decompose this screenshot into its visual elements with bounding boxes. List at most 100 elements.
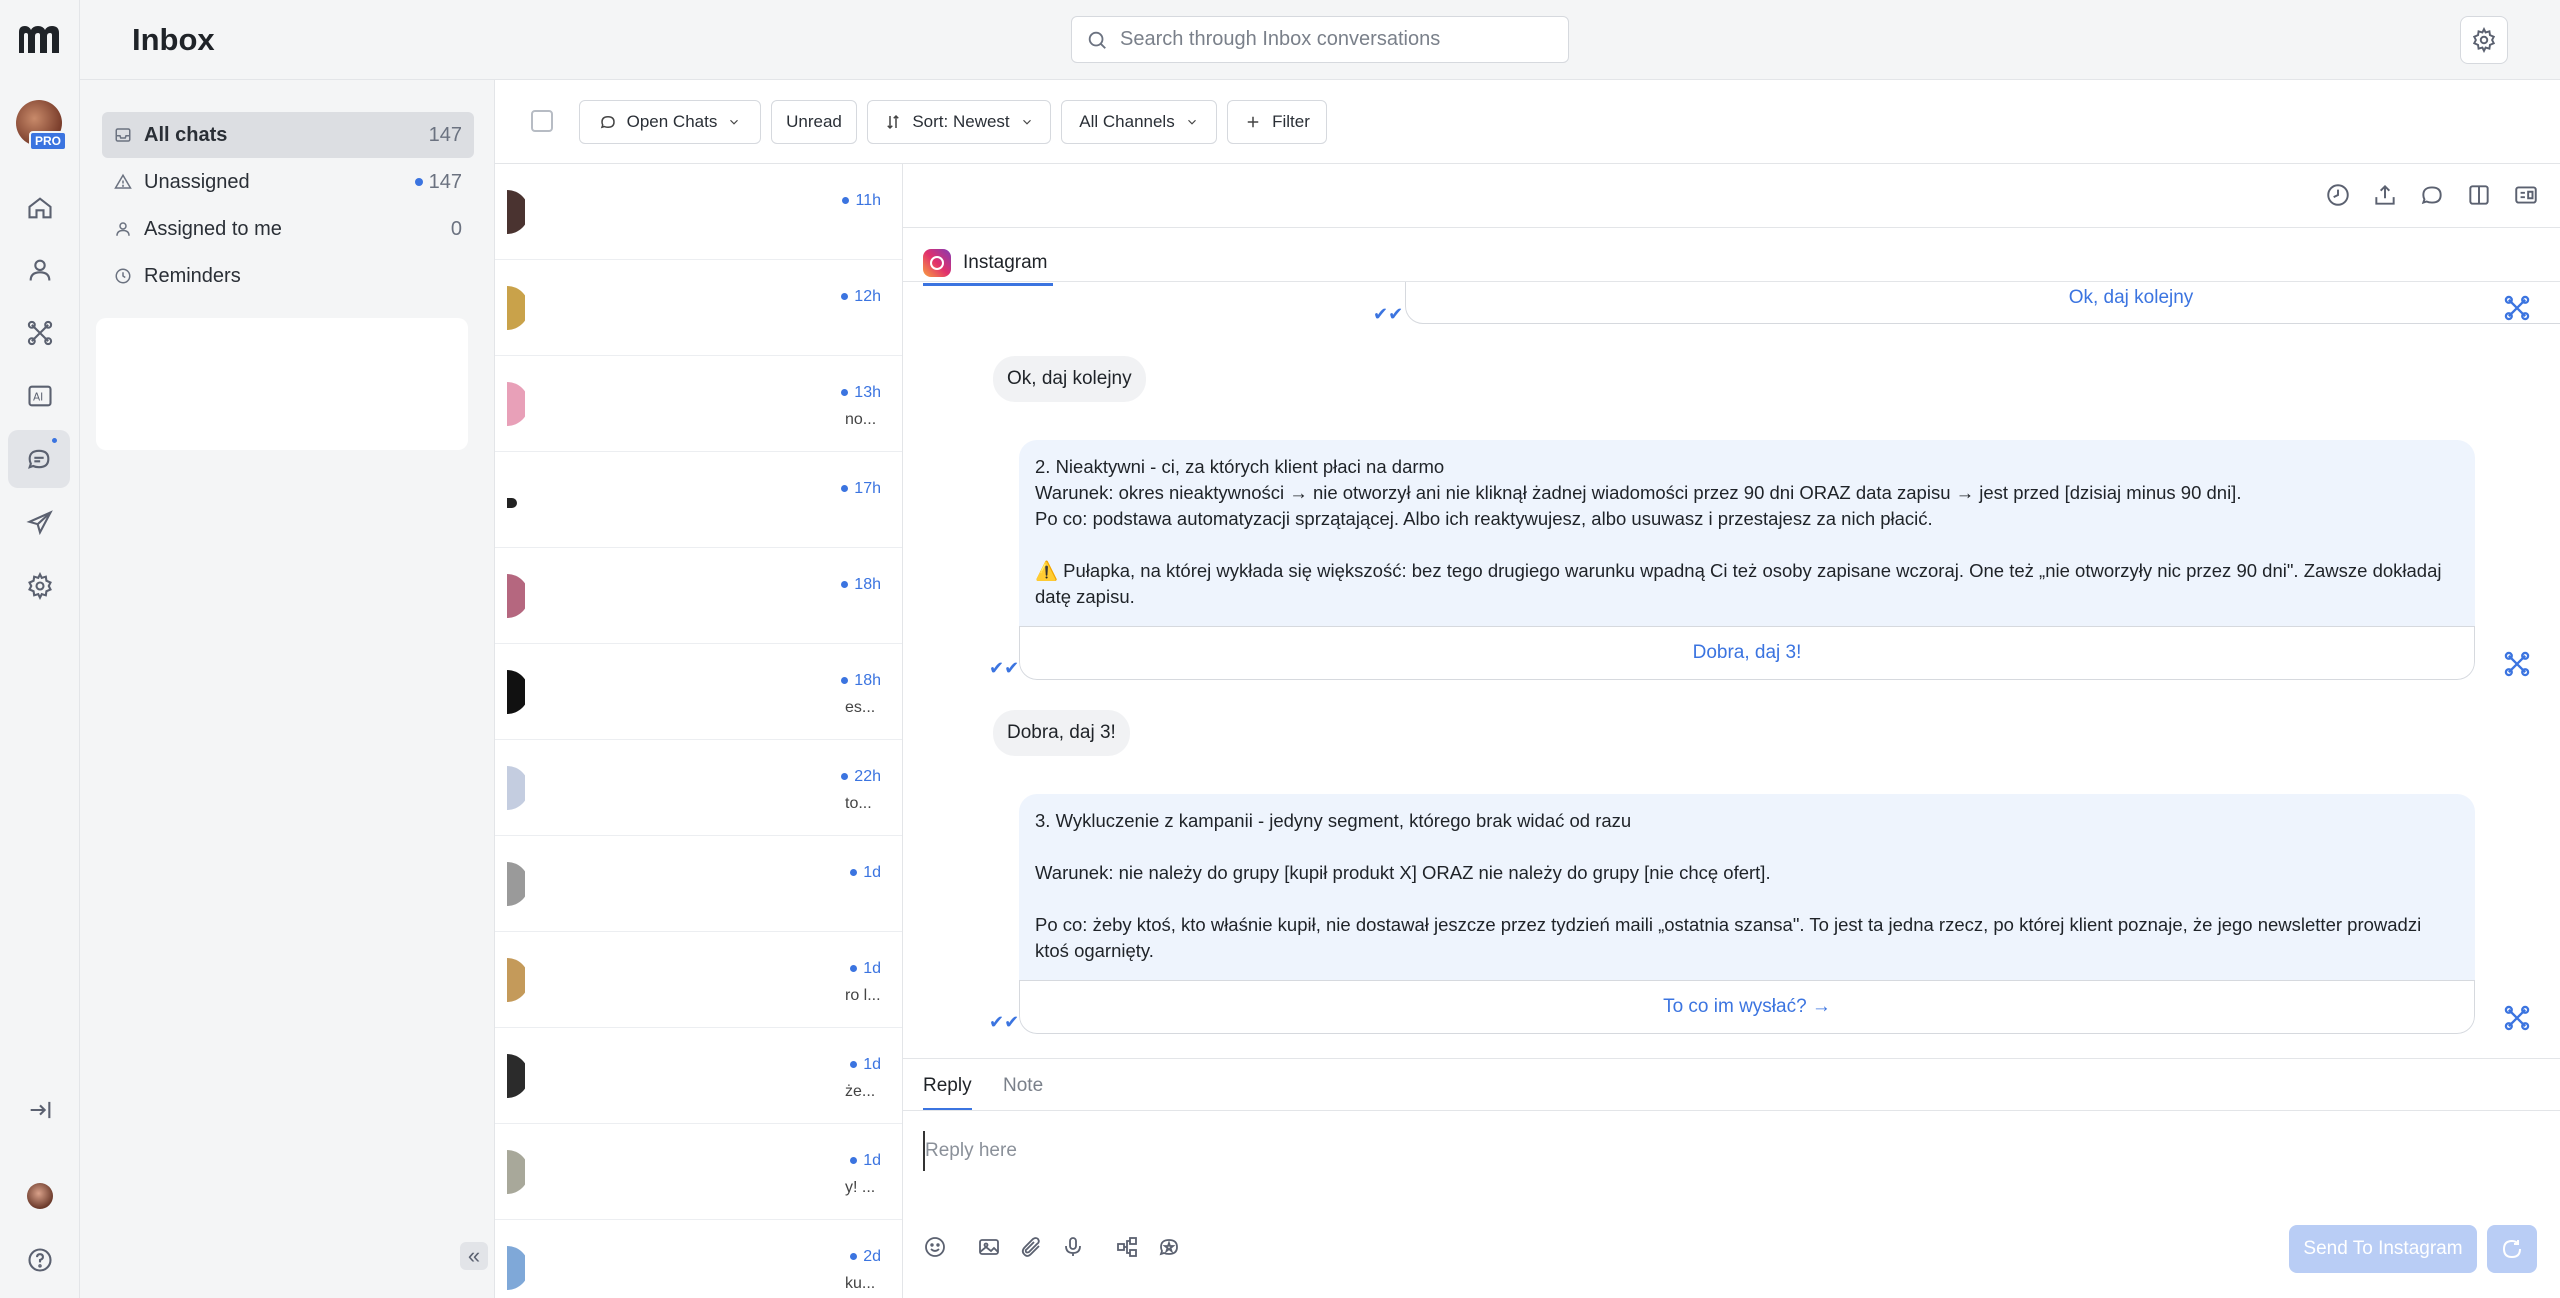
list-item[interactable]: 18h es...	[495, 644, 902, 740]
unread-dot	[414, 178, 423, 187]
list-item[interactable]: 2d ku...	[495, 1220, 902, 1298]
automation-bot-icon[interactable]	[2503, 294, 2531, 322]
gear-icon	[2472, 27, 2496, 53]
quick-reply-button[interactable]: To co im wysłać? →	[1019, 980, 2475, 1034]
automation-icon[interactable]	[20, 313, 60, 353]
chat-bubble-icon	[600, 115, 615, 129]
list-item[interactable]: 18h	[495, 548, 902, 644]
notification-dot	[50, 436, 59, 445]
list-item[interactable]: 12h	[495, 260, 902, 356]
list-item[interactable]: 1d ro l...	[495, 932, 902, 1028]
split-view-icon[interactable]	[2466, 182, 2494, 210]
conversation-time: 22h	[841, 768, 881, 786]
ai-icon[interactable]: AI	[20, 376, 60, 416]
bot-message-text: 3. Wykluczenie z kampanii - jedyny segme…	[1035, 810, 2422, 961]
settings-icon[interactable]	[20, 566, 60, 606]
folder-all-chats[interactable]: All chats 147	[102, 112, 474, 158]
emoji-icon[interactable]	[923, 1235, 951, 1263]
conversation-list: 11h 12h 13h no... 17h 18h 18h es... 22h to.…	[495, 164, 903, 1298]
list-item[interactable]: 22h to...	[495, 740, 902, 836]
inbox-chat-icon[interactable]	[8, 430, 70, 488]
conversation-snippet: ku...	[845, 1275, 876, 1292]
list-item[interactable]: 1d że...	[495, 1028, 902, 1124]
conversation-time: 12h	[841, 288, 881, 306]
top-bar: Inbox	[80, 0, 2560, 80]
conversation-snippet: ro l...	[845, 987, 881, 1004]
list-item[interactable]: 17h	[495, 452, 902, 548]
conversation-preview	[525, 1124, 843, 1219]
quick-reply-button[interactable]: Dobra, daj 3!	[1019, 626, 2475, 680]
flow-icon[interactable]	[1115, 1235, 1143, 1263]
incoming-message: Dobra, daj 3!	[993, 710, 1130, 756]
list-item[interactable]: 1d	[495, 836, 902, 932]
microphone-icon[interactable]	[1061, 1235, 1089, 1263]
svg-text:AI: AI	[33, 392, 43, 404]
image-icon[interactable]	[977, 1235, 1005, 1263]
regenerate-button[interactable]	[2487, 1225, 2537, 1273]
folders-panel: All chats 147 Unassigned 147 Assigned to…	[80, 80, 495, 1298]
expand-sidebar-icon[interactable]	[20, 1090, 60, 1130]
conversation-snippet: że...	[845, 1083, 876, 1100]
conversation-preview	[525, 356, 843, 451]
saved-reply-icon[interactable]	[1157, 1235, 1185, 1263]
folder-label: Reminders	[144, 264, 241, 287]
tab-note[interactable]: Note	[1003, 1075, 1043, 1111]
conversation-time: 1d	[850, 864, 881, 882]
conversation-preview	[525, 932, 843, 1027]
broadcast-send-icon[interactable]	[20, 503, 60, 543]
sort-dropdown[interactable]: Sort: Newest	[867, 100, 1051, 144]
channels-dropdown[interactable]: All Channels	[1061, 100, 1217, 144]
search-icon	[1088, 31, 1106, 49]
unread-label: Unread	[786, 112, 842, 131]
quick-reply-button[interactable]: Ok, daj kolejny	[1405, 282, 2560, 324]
conversation-preview	[525, 644, 843, 739]
list-item[interactable]: 13h no...	[495, 356, 902, 452]
folder-assigned-to-me[interactable]: Assigned to me 0	[102, 206, 474, 252]
contact-avatar	[507, 498, 517, 508]
quick-reply-label: Ok, daj kolejny	[2068, 287, 2194, 308]
search-input[interactable]	[1120, 28, 1550, 51]
list-item[interactable]: 11h	[495, 164, 902, 260]
folder-unassigned[interactable]: Unassigned 147	[102, 159, 474, 205]
bot-message-card: 3. Wykluczenie z kampanii - jedyny segme…	[1019, 794, 2475, 1034]
pro-badge: PRO	[29, 131, 68, 151]
attachment-icon[interactable]	[1019, 1235, 1047, 1263]
user-avatar[interactable]	[27, 1183, 53, 1209]
list-item[interactable]: 1d y! ...	[495, 1124, 902, 1220]
conversation-time: 18h	[841, 576, 881, 594]
collapse-panel-button[interactable]: «	[460, 1242, 488, 1270]
folder-reminders[interactable]: Reminders	[102, 253, 474, 299]
sort-icon	[887, 114, 900, 130]
contact-card-icon[interactable]	[2513, 182, 2541, 210]
incoming-message: Ok, daj kolejny	[993, 356, 1146, 402]
chevron-down-icon	[1187, 119, 1196, 125]
open-chats-dropdown[interactable]: Open Chats	[579, 100, 761, 144]
send-button[interactable]: Send To Instagram	[2289, 1225, 2477, 1273]
automation-bot-icon[interactable]	[2503, 1004, 2531, 1032]
select-all-checkbox[interactable]	[531, 110, 553, 132]
conversation-time: 2d	[850, 1248, 881, 1266]
search-box[interactable]	[1071, 16, 1569, 63]
tab-reply[interactable]: Reply	[923, 1075, 972, 1111]
home-icon[interactable]	[20, 188, 60, 228]
reply-composer: Reply Note Send To Instagram	[903, 1058, 2560, 1298]
quick-reply-label: To co im wysłać? →	[1663, 996, 1831, 1017]
warning-icon	[114, 173, 132, 189]
automation-bot-icon[interactable]	[2503, 650, 2531, 678]
conversation-preview	[525, 1028, 843, 1123]
tab-instagram[interactable]: Instagram	[923, 242, 1054, 286]
conversation-snippet: y! ...	[845, 1179, 876, 1196]
comment-icon[interactable]	[2419, 182, 2447, 210]
brand-logo-icon[interactable]	[16, 22, 62, 56]
unread-filter-button[interactable]: Unread	[771, 100, 857, 144]
reply-input[interactable]	[923, 1131, 2523, 1171]
export-icon[interactable]	[2372, 182, 2400, 210]
inbox-settings-button[interactable]	[2460, 16, 2508, 64]
help-icon[interactable]	[20, 1240, 60, 1280]
contacts-icon[interactable]	[20, 250, 60, 290]
snooze-icon[interactable]	[2325, 182, 2353, 210]
filter-label: Filter	[1272, 112, 1310, 131]
delivered-check-icon: ✔︎✔︎	[989, 1012, 1020, 1032]
add-filter-button[interactable]: Filter	[1227, 100, 1327, 144]
refresh-icon	[2502, 1239, 2521, 1259]
